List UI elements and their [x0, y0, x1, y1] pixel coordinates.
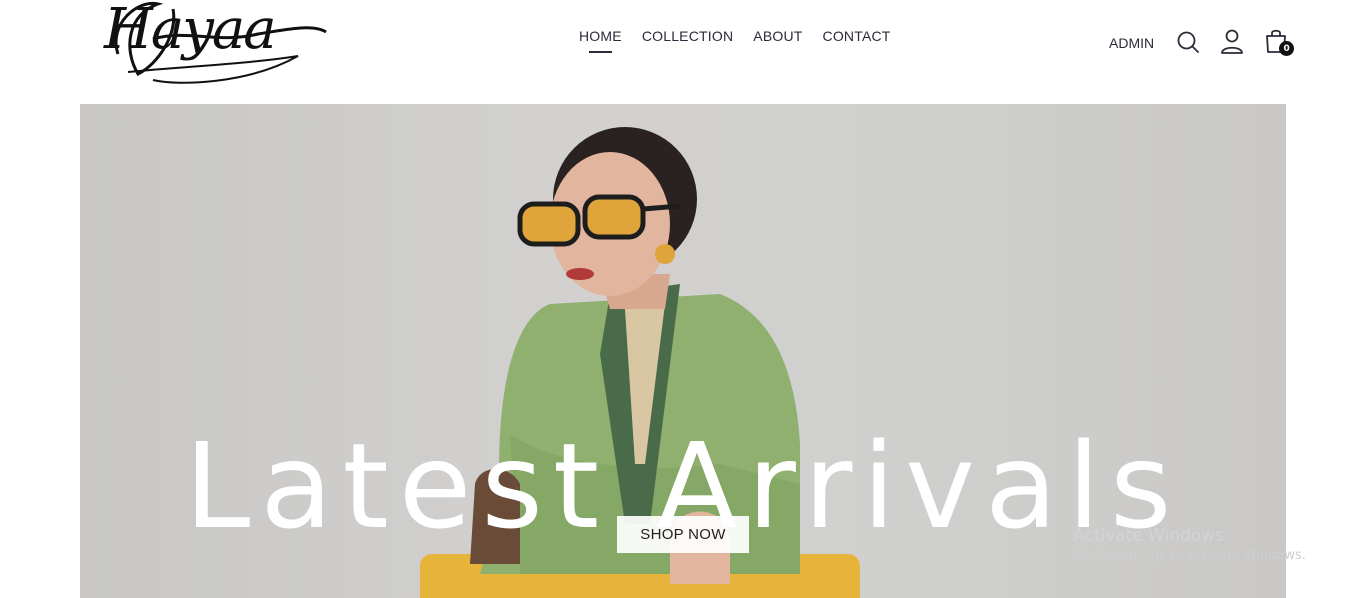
watermark-title: Activate Windows: [1073, 526, 1224, 546]
main-nav: HOME COLLECTION ABOUT CONTACT: [579, 28, 891, 53]
site-header: Hayaa HOME COLLECTION ABOUT CONTACT ADMI…: [0, 0, 1366, 104]
brand-logo[interactable]: Hayaa: [98, 0, 328, 98]
watermark-subtitle: Go to Settings to activate Windows.: [1073, 548, 1306, 563]
nav-home[interactable]: HOME: [579, 28, 622, 53]
search-icon[interactable]: [1176, 30, 1200, 54]
nav-collection[interactable]: COLLECTION: [642, 28, 733, 44]
windows-activation-watermark: Activate Windows Go to Settings to activ…: [1073, 526, 1306, 563]
nav-about[interactable]: ABOUT: [753, 28, 802, 44]
header-tools: ADMIN 0: [1109, 26, 1308, 56]
hero-banner: Latest Arrivals SHOP NOW: [80, 104, 1286, 598]
logo-text: Hayaa: [104, 0, 277, 62]
nav-contact[interactable]: CONTACT: [823, 28, 891, 44]
cart-count-badge: 0: [1279, 41, 1295, 56]
shopping-bag-icon[interactable]: 0: [1264, 28, 1295, 56]
user-icon[interactable]: [1220, 28, 1244, 54]
admin-link[interactable]: ADMIN: [1109, 35, 1154, 51]
shop-now-button[interactable]: SHOP NOW: [617, 516, 749, 553]
